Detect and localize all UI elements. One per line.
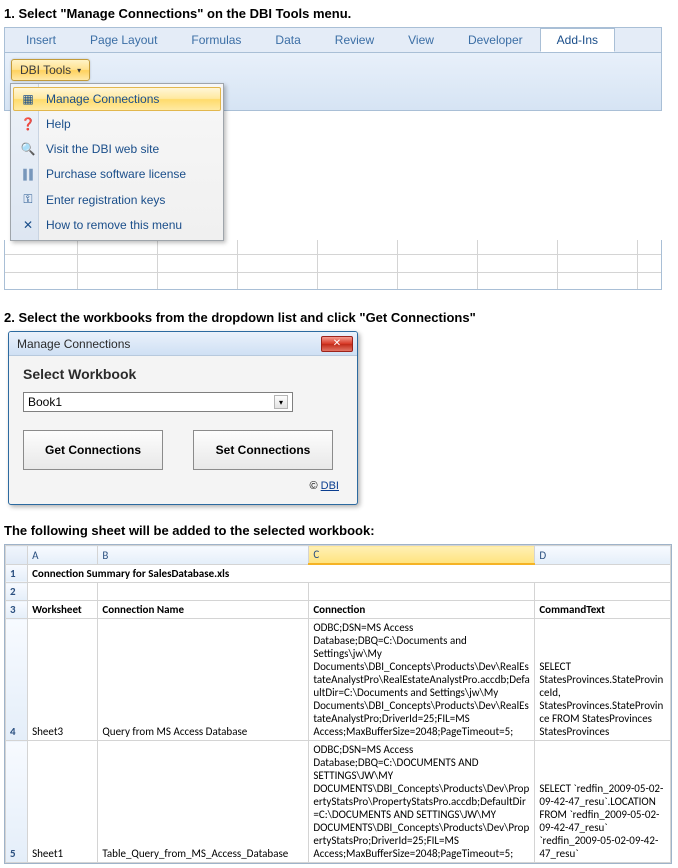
menu-item-purchase-software-license[interactable]: ∥∥ Purchase software license — [13, 162, 221, 186]
sheet-cell[interactable]: ODBC;DSN=MS Access Database;DBQ=C:\Docum… — [309, 619, 535, 741]
row-header[interactable]: 4 — [6, 619, 28, 741]
sheet-cell[interactable]: Sheet1 — [28, 741, 98, 863]
menu-item-label: Visit the DBI web site — [46, 142, 159, 156]
dbi-tools-label: DBI Tools — [20, 63, 71, 77]
menu-item-label: Manage Connections — [46, 92, 159, 106]
sheet-cell[interactable]: Worksheet — [28, 601, 98, 619]
row-header[interactable]: 5 — [6, 741, 28, 863]
enter-registration-keys-icon: ⚿ — [18, 192, 38, 207]
dialog-titlebar: Manage Connections ✕ — [9, 332, 357, 356]
manage-connections-icon: ▦ — [18, 92, 38, 106]
manage-connections-dialog: Manage Connections ✕ Select Workbook Boo… — [8, 331, 358, 505]
purchase-software-license-icon: ∥∥ — [18, 167, 38, 181]
menu-item-visit-the-dbi-web-site[interactable]: 🔍 Visit the DBI web site — [13, 137, 221, 161]
ribbon-tab-review[interactable]: Review — [318, 28, 391, 52]
sheet-cell[interactable]: CommandText — [535, 601, 671, 619]
ribbon-tab-developer[interactable]: Developer — [451, 28, 540, 52]
close-icon: ✕ — [333, 338, 341, 349]
dbi-tools-button[interactable]: DBI Tools ▾ — [11, 59, 90, 81]
menu-item-manage-connections[interactable]: ▦ Manage Connections — [13, 87, 221, 111]
sheet-cell[interactable]: Table_Query_from_MS_Access_Database — [98, 741, 309, 863]
menu-item-label: Purchase software license — [46, 167, 186, 181]
set-connections-button[interactable]: Set Connections — [193, 430, 333, 470]
col-header-D[interactable]: D — [535, 546, 671, 565]
select-workbook-label: Select Workbook — [23, 366, 343, 382]
sheet-cell[interactable]: Sheet3 — [28, 619, 98, 741]
sheet-cell[interactable]: ODBC;DSN=MS Access Database;DBQ=C:\DOCUM… — [309, 741, 535, 863]
menu-item-label: How to remove this menu — [46, 218, 182, 232]
dialog-title: Manage Connections — [17, 337, 130, 351]
result-spreadsheet: ABCD 1Connection Summary for SalesDatabas… — [4, 544, 672, 864]
workbook-dropdown[interactable]: Book1 ▾ — [23, 392, 293, 412]
row-header[interactable]: 1 — [6, 564, 28, 583]
copyright-line: © DBI — [23, 480, 343, 496]
menu-item-how-to-remove-this-menu[interactable]: ✕ How to remove this menu — [13, 213, 221, 237]
sheet-title-cell[interactable]: Connection Summary for SalesDatabase.xls — [28, 564, 671, 583]
sheet-cell[interactable] — [98, 583, 309, 601]
ribbon-tab-add-ins[interactable]: Add-Ins — [540, 28, 615, 52]
sheet-cell[interactable]: Connection — [309, 601, 535, 619]
ribbon-tab-page-layout[interactable]: Page Layout — [73, 28, 174, 52]
how-to-remove-this-menu-icon: ✕ — [18, 218, 38, 232]
menu-item-enter-registration-keys[interactable]: ⚿ Enter registration keys — [13, 187, 221, 212]
sheet-cell[interactable] — [28, 583, 98, 601]
row-header[interactable]: 3 — [6, 601, 28, 619]
ribbon-tabs: InsertPage LayoutFormulasDataReviewViewD… — [5, 28, 661, 52]
dropdown-arrow-icon: ▾ — [77, 66, 81, 75]
sheet-cell[interactable]: Connection Name — [98, 601, 309, 619]
ribbon-tab-data[interactable]: Data — [258, 28, 317, 52]
get-connections-button[interactable]: Get Connections — [23, 430, 163, 470]
sheet-cell[interactable] — [535, 583, 671, 601]
workbook-dropdown-value: Book1 — [28, 395, 274, 409]
visit-the-dbi-web-site-icon: 🔍 — [18, 142, 38, 156]
sheet-cell[interactable]: SELECT `redfin_2009-05-02-09-42-47_resu`… — [535, 741, 671, 863]
close-button[interactable]: ✕ — [321, 336, 353, 352]
menu-item-help[interactable]: ❓ Help — [13, 112, 221, 136]
step2-heading: 2. Select the workbooks from the dropdow… — [4, 310, 674, 325]
col-header-B[interactable]: B — [98, 546, 309, 565]
step1-heading: 1. Select "Manage Connections" on the DB… — [4, 6, 674, 21]
menu-item-label: Enter registration keys — [46, 193, 165, 207]
sheet-cell[interactable]: SELECT StatesProvinces.StateProvinceId, … — [535, 619, 671, 741]
chevron-down-icon: ▾ — [274, 395, 288, 409]
sheet-cell[interactable]: Query from MS Access Database — [98, 619, 309, 741]
col-header-A[interactable]: A — [28, 546, 98, 565]
dbi-tools-dropdown: ▦ Manage Connections ❓ Help 🔍 Visit the DBI w… — [10, 83, 224, 241]
sheet-cell[interactable] — [309, 583, 535, 601]
ribbon-tab-formulas[interactable]: Formulas — [174, 28, 258, 52]
ribbon-tab-insert[interactable]: Insert — [9, 28, 73, 52]
sheet-corner[interactable] — [6, 546, 28, 565]
copyright-symbol: © — [309, 480, 320, 492]
dbi-link[interactable]: DBI — [321, 480, 339, 492]
col-header-C[interactable]: C — [309, 546, 535, 565]
row-header[interactable]: 2 — [6, 583, 28, 601]
help-icon: ❓ — [18, 117, 38, 131]
ribbon-tab-view[interactable]: View — [391, 28, 451, 52]
menu-item-label: Help — [46, 117, 71, 131]
spreadsheet-grid-edge — [4, 240, 662, 290]
result-intro: The following sheet will be added to the… — [4, 523, 674, 538]
